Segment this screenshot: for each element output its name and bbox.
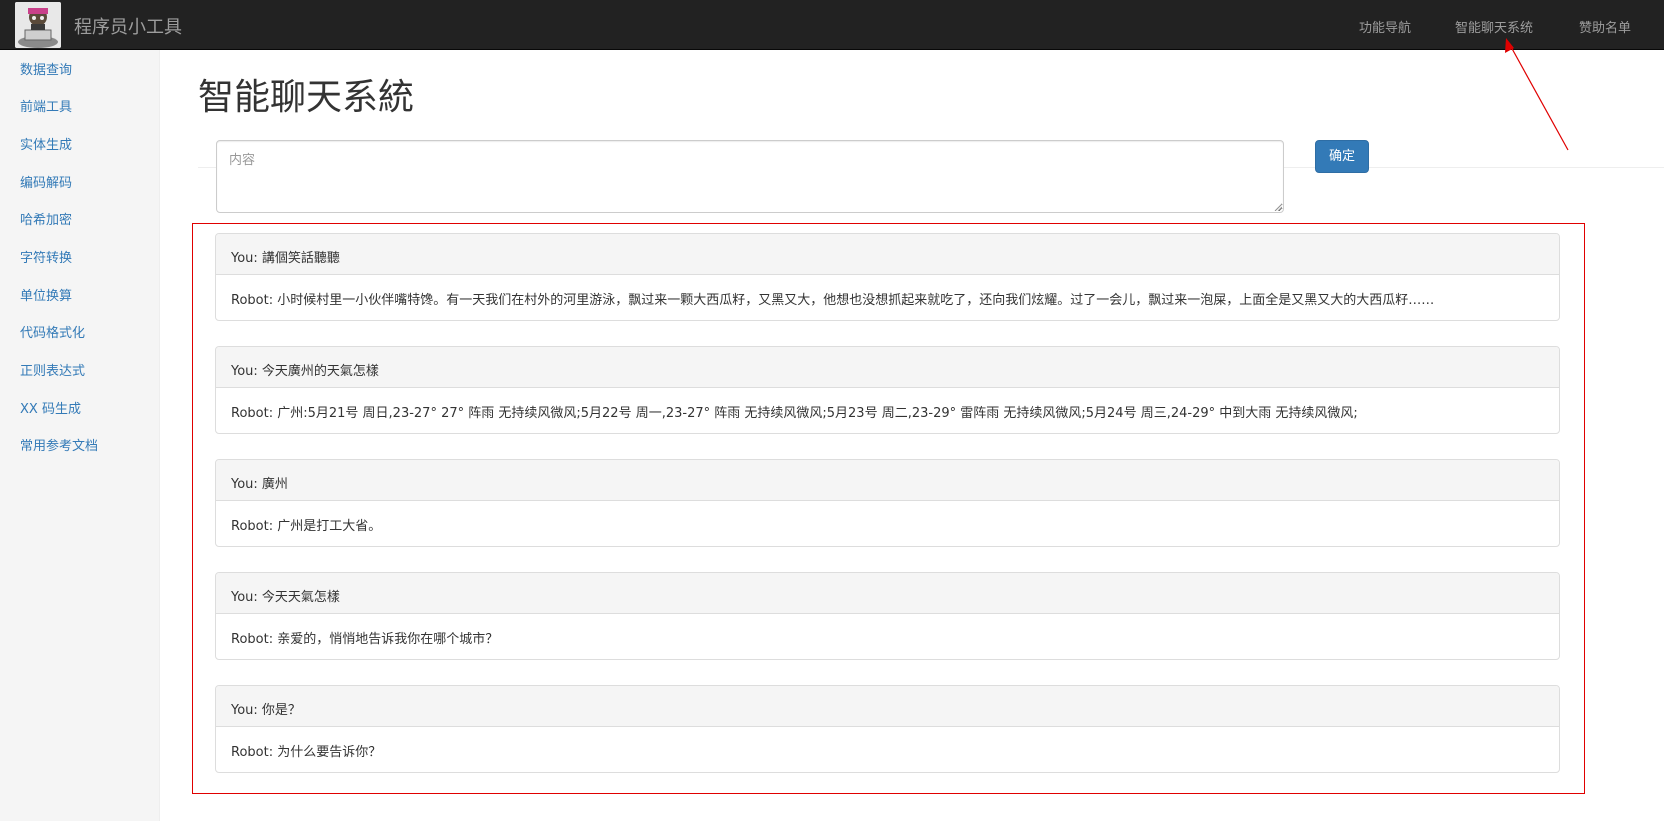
user-message: You: 今天天氣怎樣 — [216, 573, 1559, 614]
user-message: You: 講個笑話聽聽 — [216, 234, 1559, 275]
sidebar-item-char-convert[interactable]: 字符转换 — [20, 247, 72, 266]
sidebar-item-regex[interactable]: 正则表达式 — [20, 360, 85, 379]
robot-reply: Robot: 亲爱的，悄悄地告诉我你在哪个城市？ — [231, 632, 499, 647]
sidebar: 数据查询 前端工具 实体生成 编码解码 哈希加密 字符转换 单位换算 代码格式化… — [0, 50, 160, 821]
chat-message-input[interactable] — [216, 140, 1284, 213]
nav-link-feature-nav[interactable]: 功能导航 — [1344, 0, 1426, 50]
chat-panel: You: 你是？ Robot: 为什么要告诉你？ — [215, 685, 1560, 773]
chat-panel: You: 今天廣州的天氣怎樣 Robot: 广州:5月21号 周日,23-27°… — [215, 346, 1560, 434]
sidebar-item-hash[interactable]: 哈希加密 — [20, 209, 72, 228]
brand-title[interactable]: 程序员小工具 — [74, 13, 182, 39]
sidebar-item-data-query[interactable]: 数据查询 — [20, 59, 72, 78]
robot-reply: Robot: 广州:5月21号 周日,23-27° 27° 阵雨 无持续风微风;… — [231, 406, 1358, 421]
user-message: You: 今天廣州的天氣怎樣 — [216, 347, 1559, 388]
page-title: 智能聊天系統 — [198, 77, 415, 118]
sidebar-item-encode-decode[interactable]: 编码解码 — [20, 172, 72, 191]
chat-panel: You: 今天天氣怎樣 Robot: 亲爱的，悄悄地告诉我你在哪个城市？ — [215, 572, 1560, 660]
robot-reply: Robot: 为什么要告诉你？ — [231, 745, 382, 760]
sidebar-item-xx-code[interactable]: XX 码生成 — [20, 398, 81, 417]
nav-link-sponsors[interactable]: 赞助名单 — [1564, 0, 1646, 50]
robot-reply: Robot: 小时候村里一小伙伴嘴特馋。有一天我们在村外的河里游泳，飘过来一颗大… — [231, 293, 1435, 308]
brand-logo-icon[interactable] — [15, 2, 61, 48]
sidebar-item-entity-gen[interactable]: 实体生成 — [20, 134, 72, 153]
top-nav-links: 功能导航 智能聊天系统 赞助名单 — [1344, 0, 1664, 50]
robot-reply: Robot: 广州是打工大省。 — [231, 519, 382, 534]
sidebar-item-ref-docs[interactable]: 常用参考文档 — [20, 435, 98, 454]
chat-panel: You: 廣州 Robot: 广州是打工大省。 — [215, 459, 1560, 547]
sidebar-item-frontend-tools[interactable]: 前端工具 — [20, 96, 72, 115]
sidebar-item-unit-convert[interactable]: 单位换算 — [20, 285, 72, 304]
user-message: You: 廣州 — [216, 460, 1559, 501]
nav-link-chat-system[interactable]: 智能聊天系统 — [1440, 0, 1548, 50]
top-navbar: 程序员小工具 功能导航 智能聊天系统 赞助名单 — [0, 0, 1664, 50]
user-message: You: 你是？ — [216, 686, 1559, 727]
resize-handle-icon[interactable] — [1274, 203, 1282, 211]
submit-button[interactable]: 确定 — [1315, 140, 1369, 173]
chat-panel: You: 講個笑話聽聽 Robot: 小时候村里一小伙伴嘴特馋。有一天我们在村外… — [215, 233, 1560, 321]
sidebar-item-code-format[interactable]: 代码格式化 — [20, 322, 85, 341]
